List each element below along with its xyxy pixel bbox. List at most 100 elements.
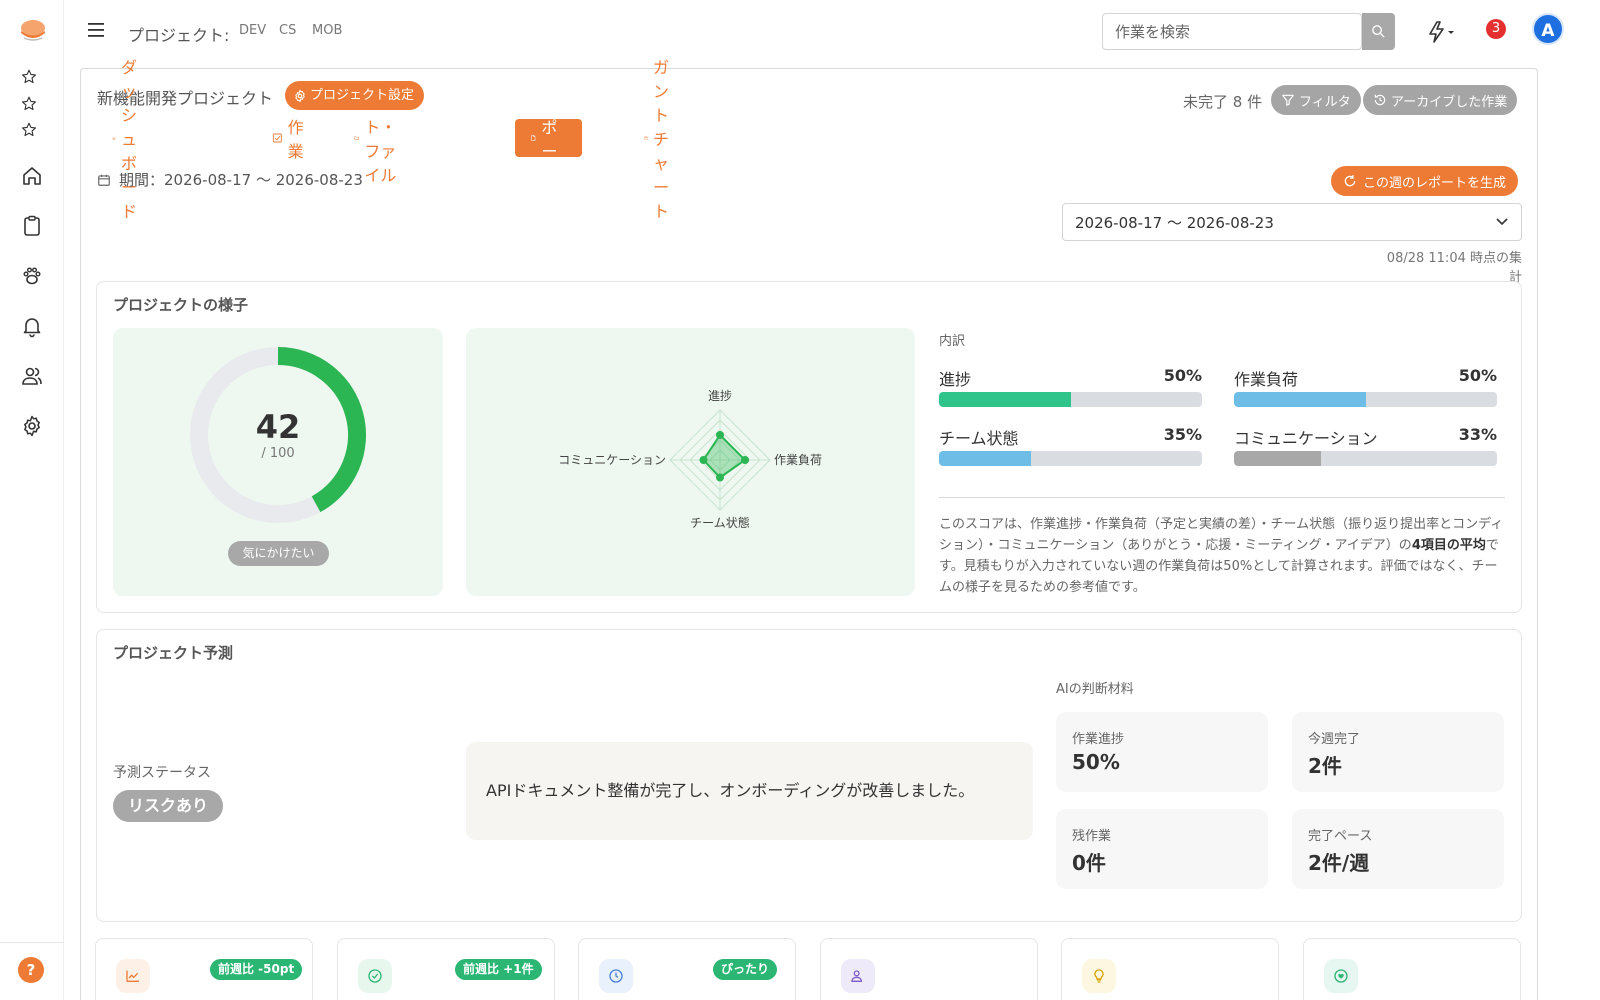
tab-notes-files[interactable]: ノート・ファイル — [339, 94, 422, 185]
project-chip-cs[interactable]: CS — [279, 23, 296, 38]
radar-point — [741, 456, 749, 464]
home-icon[interactable] — [20, 164, 44, 188]
material-value: 50% — [1072, 750, 1120, 774]
tab-label: レポート — [541, 94, 558, 185]
tab-tasks[interactable]: 作業 — [257, 118, 324, 161]
stat-card[interactable]: 前週比 +1件 — [337, 938, 555, 1000]
notification-badge[interactable]: 3 — [1486, 19, 1506, 39]
metric-team-label: チーム状態 — [939, 429, 1019, 448]
incomplete-count: 未完了 8 件 — [1183, 93, 1263, 111]
metric-communication-bar — [1234, 451, 1497, 466]
top-bar: プロジェクト: DEV CS MOB 3 A — [64, 0, 1600, 64]
ai-materials-title: AIの判断材料 — [1056, 682, 1134, 697]
bell-icon[interactable] — [20, 314, 44, 338]
favorite-star-icon[interactable] — [20, 68, 38, 86]
score-description-emphasis: 4項目の平均 — [1411, 538, 1486, 553]
stat-card[interactable]: ぴったり — [578, 938, 796, 1000]
stat-card[interactable] — [1303, 938, 1521, 1000]
metric-communication-label: コミュニケーション — [1234, 429, 1378, 448]
folder-icon — [354, 136, 359, 140]
stat-badge: 前週比 +1件 — [455, 959, 542, 980]
period-select[interactable]: 2026-08-17 〜 2026-08-23 — [1062, 203, 1522, 241]
metric-progress-bar-fill — [939, 392, 1071, 407]
quick-action-bolt-icon[interactable] — [1426, 20, 1456, 44]
help-button[interactable]: ? — [18, 957, 44, 983]
radar-point — [716, 431, 724, 439]
app-logo-icon[interactable] — [18, 18, 48, 44]
metric-team-pct: 35% — [1163, 425, 1202, 444]
forecast-status-badge: リスクあり — [113, 790, 224, 822]
period-select-value: 2026-08-17 〜 2026-08-23 — [1075, 214, 1274, 232]
material-card: 完了ペース 2件/週 — [1292, 809, 1504, 889]
generate-weekly-report-button[interactable]: この週のレポートを生成 — [1331, 166, 1519, 196]
hamburger-menu-icon[interactable] — [88, 22, 106, 38]
tab-label: ダッシュボード — [121, 58, 138, 221]
material-label: 作業進捗 — [1072, 732, 1125, 747]
radar-axis-label: 作業負荷 — [774, 453, 822, 467]
health-status-badge: 気にかけたい — [228, 541, 329, 566]
archived-tasks-button[interactable]: アーカイブした作業 — [1363, 85, 1518, 115]
archived-tasks-label: アーカイブした作業 — [1391, 94, 1508, 110]
stat-card[interactable]: 前週比 -50pt — [95, 938, 313, 1000]
users-icon[interactable] — [20, 364, 44, 388]
user-avatar[interactable]: A — [1532, 13, 1564, 45]
stat-badge: ぴったり — [713, 959, 778, 980]
report-period: 期間：2026-08-17 〜 2026-08-23 — [97, 169, 363, 190]
health-score: 42 — [255, 408, 301, 446]
project-forecast-title: プロジェクト予測 — [113, 644, 234, 662]
metric-communication-bar-fill — [1234, 451, 1321, 466]
tab-dashboard[interactable]: ダッシュボード — [97, 58, 164, 221]
metric-team-bar — [939, 451, 1202, 466]
radar-axis-label: コミュニケーション — [558, 453, 666, 467]
ai-forecast-comment: APIドキュメント整備が完了し、オンボーディングが改善しました。 — [466, 742, 1033, 840]
favorite-star-icon[interactable] — [20, 121, 38, 139]
project-forecast-card: プロジェクト予測 予測ステータス リスクあり APIドキュメント整備が完了し、オ… — [96, 629, 1522, 922]
favorite-star-icon[interactable] — [20, 95, 38, 113]
health-score-max: / 100 — [261, 446, 295, 461]
search-input[interactable] — [1103, 14, 1353, 49]
radar-point — [716, 473, 724, 482]
history-icon — [1374, 94, 1386, 106]
project-health-title: プロジェクトの様子 — [113, 296, 249, 314]
metric-team-bar-fill — [939, 451, 1032, 466]
filter-button[interactable]: フィルタ — [1271, 85, 1361, 115]
sidebar: ? — [0, 0, 64, 1000]
score-panel: 42 / 100 気にかけたい — [113, 328, 443, 596]
check-circle-icon — [358, 959, 392, 993]
material-label: 残作業 — [1072, 829, 1112, 844]
search-box — [1102, 13, 1362, 50]
stat-card[interactable] — [820, 938, 1038, 1000]
material-card: 今週完了 2件 — [1292, 712, 1504, 792]
project-health-card: プロジェクトの様子 42 / 100 気にかけたい 進捗 作業負荷 チーム状態 コミュ… — [96, 281, 1522, 613]
project-chip-dev[interactable]: DEV — [239, 23, 266, 38]
material-value: 2件 — [1308, 754, 1342, 778]
metric-workload-bar-fill — [1234, 392, 1366, 407]
document-icon — [531, 135, 536, 141]
radar-axis-label: 進捗 — [708, 389, 732, 403]
aggregate-timestamp: 08/28 11:04 時点の集計 — [1386, 251, 1522, 285]
search-icon — [1372, 25, 1385, 38]
filter-label: フィルタ — [1299, 94, 1351, 110]
paw-icon[interactable] — [20, 264, 44, 288]
gear-icon[interactable] — [20, 414, 44, 438]
bar-chart-icon — [112, 136, 116, 140]
heart-chat-icon — [1324, 959, 1358, 993]
material-card: 作業進捗 50% — [1056, 712, 1268, 792]
metric-progress-pct: 50% — [1163, 366, 1202, 385]
filter-icon — [1282, 94, 1294, 106]
users-icon — [841, 959, 875, 993]
tab-label: ガントチャート — [653, 58, 670, 221]
search-button[interactable] — [1362, 13, 1395, 50]
refresh-icon — [1344, 175, 1356, 187]
radar-axis-label: チーム状態 — [690, 515, 750, 530]
metric-progress-bar — [939, 392, 1202, 407]
project-chip-mob[interactable]: MOB — [312, 23, 342, 38]
material-label: 今週完了 — [1308, 732, 1361, 747]
metric-workload-pct: 50% — [1458, 366, 1497, 385]
stat-card[interactable] — [1061, 938, 1279, 1000]
clipboard-icon[interactable] — [20, 214, 44, 238]
tab-report[interactable]: レポート — [515, 94, 583, 185]
tab-label: 作業 — [287, 118, 304, 161]
radar-point — [699, 456, 708, 464]
tab-gantt-chart[interactable]: ガントチャート — [629, 58, 696, 221]
